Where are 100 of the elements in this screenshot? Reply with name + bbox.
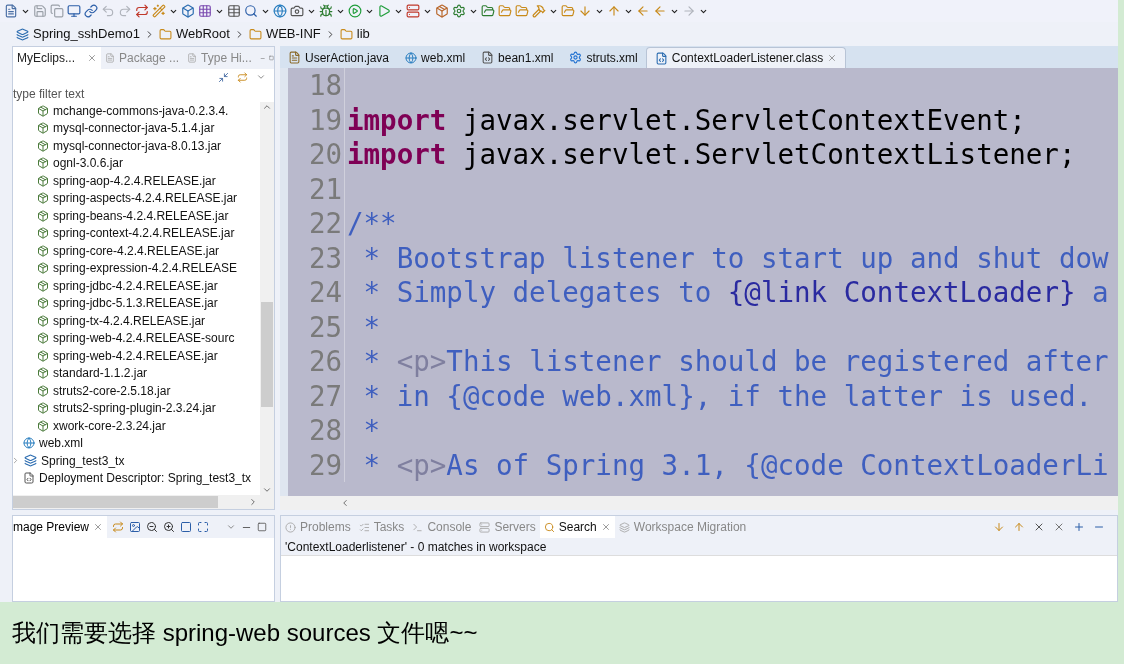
box-icon[interactable] <box>181 4 195 18</box>
scroll-left-icon[interactable] <box>340 498 350 508</box>
search-icon[interactable] <box>244 4 258 18</box>
breadcrumb-item[interactable]: WEB-INF <box>248 24 321 44</box>
line-number: 24 <box>288 275 345 310</box>
close-icon[interactable] <box>600 522 611 532</box>
editor-tab[interactable]: struts.xml <box>561 47 646 68</box>
sync-icon[interactable] <box>112 521 125 533</box>
editor-tab[interactable]: web.xml <box>397 47 474 68</box>
panel-tab[interactable]: mage Preview <box>13 516 108 538</box>
server-icon[interactable] <box>406 4 420 18</box>
grid-icon[interactable] <box>198 4 212 18</box>
breadcrumb-item[interactable]: Spring_sshDemo1 <box>16 24 140 44</box>
breadcrumb-item[interactable]: lib <box>339 24 370 44</box>
editor-tab[interactable]: bean1.xml <box>473 47 562 68</box>
line-number: 28 <box>288 413 345 448</box>
scroll-down-icon[interactable] <box>262 485 272 495</box>
caption: 我们需要选择 spring-web sources 文件嗯~~ <box>12 618 478 648</box>
expand-icon[interactable] <box>13 456 20 466</box>
editor-tab[interactable]: UserAction.java <box>280 47 398 68</box>
tree-item[interactable]: standard-1.1.2.jar <box>23 364 260 382</box>
tree-item[interactable]: spring-jdbc-5.1.3.RELEASE.jar <box>23 294 260 312</box>
scroll-right-icon[interactable] <box>248 497 258 507</box>
view-menu-icon[interactable] <box>256 72 266 82</box>
bug-icon[interactable] <box>319 4 333 18</box>
tree-item[interactable]: spring-core-4.2.4.RELEASE.jar <box>23 242 260 260</box>
jar-icon <box>37 244 49 257</box>
tree-item[interactable]: spring-web-4.2.4.RELEASE.jar <box>23 347 260 365</box>
new-file-icon[interactable] <box>4 4 18 18</box>
jar-icon <box>37 349 49 362</box>
jar-icon <box>37 209 49 222</box>
close-icon[interactable] <box>93 522 104 532</box>
zoom-out-icon[interactable] <box>146 521 159 533</box>
tree-item[interactable]: mysql-connector-java-5.1.4.jar <box>23 119 260 137</box>
folder-icon[interactable] <box>481 4 495 18</box>
server-icon <box>479 521 491 533</box>
remove-all-icon[interactable] <box>1053 521 1065 533</box>
code-line: import javax.servlet.ServletContextListener; <box>346 137 1076 172</box>
code-line: * <box>362 309 381 344</box>
tree-item[interactable]: spring-aspects-4.2.4.RELEASE.jar <box>23 189 260 207</box>
gear-icon[interactable] <box>452 4 466 18</box>
xml-file-icon <box>23 437 35 450</box>
package-icon[interactable] <box>435 4 449 18</box>
jar-icon <box>37 332 49 345</box>
camera-icon[interactable] <box>290 4 304 18</box>
tree-item[interactable]: spring-jdbc-4.2.4.RELEASE.jar <box>23 277 260 295</box>
tree-item[interactable]: mysql-connector-java-8.0.13.jar <box>23 137 260 155</box>
scroll-thumb[interactable] <box>261 302 273 407</box>
remove-icon[interactable] <box>1033 521 1045 533</box>
code-line: * Simply delegates to {@link ContextLoader} a <box>362 275 1109 310</box>
copy-icon[interactable] <box>50 4 64 18</box>
fit-icon[interactable] <box>197 521 210 533</box>
image-icon[interactable] <box>129 521 142 533</box>
jar-icon <box>37 192 49 205</box>
terminal-icon <box>412 521 424 533</box>
tree-item[interactable]: spring-aop-4.2.4.RELEASE.jar <box>23 172 260 190</box>
file-icon <box>187 53 198 63</box>
view-menu-icon[interactable] <box>226 522 237 532</box>
folder-icon[interactable] <box>498 4 512 18</box>
tree-item[interactable]: web.xml <box>23 434 260 452</box>
close-icon[interactable] <box>87 53 97 63</box>
class-file-icon <box>654 51 668 65</box>
tree-item[interactable]: spring-web-4.2.4.RELEASE-sourc <box>23 329 260 347</box>
next-match-icon[interactable] <box>993 521 1005 533</box>
folder-icon[interactable] <box>515 4 529 18</box>
close-icon[interactable] <box>827 53 838 63</box>
tree-item[interactable]: ognl-3.0.6.jar <box>23 154 260 172</box>
expand-all-icon[interactable] <box>1073 521 1085 533</box>
monitor-icon[interactable] <box>67 4 81 18</box>
table-icon[interactable] <box>227 4 241 18</box>
collapse-icon[interactable] <box>218 71 229 83</box>
maximize-icon[interactable] <box>269 53 274 63</box>
tree-item[interactable]: Deployment Descriptor: Spring_test3_tx <box>23 469 260 487</box>
scroll-up-icon[interactable] <box>262 102 272 112</box>
tree-item[interactable]: struts2-spring-plugin-2.3.24.jar <box>23 399 260 417</box>
tree-item[interactable]: spring-beans-4.2.4.RELEASE.jar <box>23 207 260 225</box>
panel-tab[interactable]: Search <box>539 516 615 538</box>
editor-tab[interactable]: ContextLoaderListener.class <box>645 47 847 68</box>
project-icon <box>24 454 37 468</box>
java-file-icon <box>288 51 301 64</box>
tree-item[interactable]: spring-context-4.2.4.RELEASE.jar <box>23 224 260 242</box>
previous-match-icon[interactable] <box>1013 521 1025 533</box>
maximize-icon[interactable] <box>257 522 268 532</box>
line-number: 27 <box>288 378 345 413</box>
panel-tab[interactable]: MyEclips... <box>13 47 101 69</box>
horizontal-scrollbar[interactable] <box>13 495 274 509</box>
tree-item[interactable]: struts2-core-2.5.18.jar <box>23 382 260 400</box>
tree-item[interactable]: spring-tx-4.2.4.RELEASE.jar <box>23 312 260 330</box>
tree-item[interactable]: Spring_test3_tx <box>23 452 260 470</box>
globe-icon[interactable] <box>273 4 287 18</box>
tree-item[interactable]: mchange-commons-java-0.2.3.4. <box>23 102 260 120</box>
breadcrumb-item[interactable]: WebRoot <box>158 24 230 44</box>
checklist-icon <box>358 521 370 533</box>
vertical-scrollbar[interactable] <box>260 102 274 495</box>
tree-item[interactable]: spring-expression-4.2.4.RELEASE <box>23 259 260 277</box>
zoom-in-icon[interactable] <box>163 521 176 533</box>
scroll-thumb[interactable] <box>13 496 218 508</box>
actual-size-icon[interactable] <box>180 521 193 533</box>
tree-item[interactable]: xwork-core-2.3.24.jar <box>23 417 260 435</box>
swap-icon[interactable] <box>135 4 149 18</box>
